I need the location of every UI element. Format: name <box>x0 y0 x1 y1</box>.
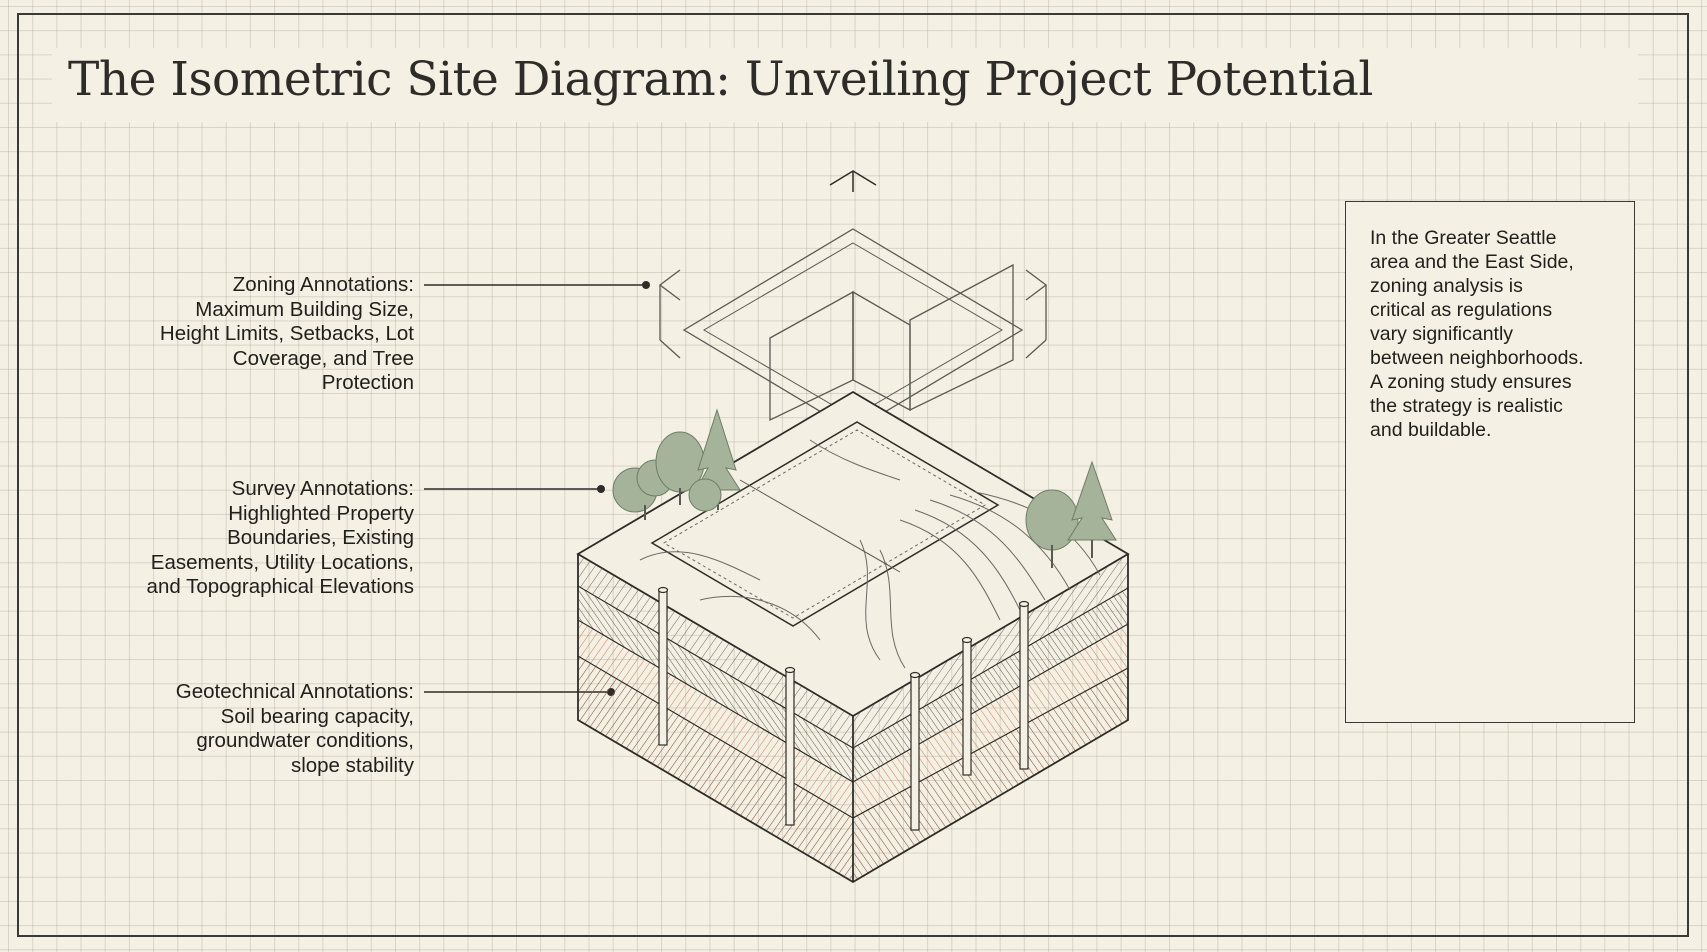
survey-annotation-line: and Topographical Elevations <box>146 575 414 599</box>
survey-annotation: Survey Annotations: Highlighted Property… <box>147 477 414 600</box>
geotechnical-annotation-line: Soil bearing capacity, <box>220 704 414 728</box>
info-box-line: vary significantly <box>1370 323 1514 345</box>
info-box-line: between neighborhoods. <box>1370 347 1584 369</box>
info-box-line: and buildable. <box>1370 419 1492 441</box>
survey-leader-line <box>424 485 605 493</box>
info-box-line: the strategy is realistic <box>1370 395 1563 417</box>
info-box-line: zoning analysis is <box>1370 275 1523 297</box>
geotechnical-annotation-heading: Geotechnical Annotations: <box>175 680 414 703</box>
zoning-annotation: Zoning Annotations: Maximum Building Siz… <box>160 273 414 396</box>
north-arrow-icon <box>829 170 877 192</box>
zoning-annotation-line: Height Limits, Setbacks, Lot <box>159 322 414 346</box>
info-box: In the Greater Seattle area and the East… <box>1345 201 1635 723</box>
survey-annotation-line: Easements, Utility Locations, <box>150 550 414 574</box>
zoning-annotation-line: Protection <box>321 371 414 395</box>
zoning-annotation-line: Coverage, and Tree <box>232 346 414 370</box>
survey-annotation-line: Highlighted Property <box>228 501 414 525</box>
survey-annotation-line: Boundaries, Existing <box>227 526 414 550</box>
zoning-annotation-line: Maximum Building Size, <box>195 297 414 321</box>
info-box-line: area and the East Side, <box>1370 251 1574 273</box>
info-box-line: critical as regulations <box>1370 299 1553 321</box>
zoning-annotation-heading: Zoning Annotations: <box>232 273 414 296</box>
info-box-line: A zoning study ensures <box>1370 371 1572 393</box>
zoning-leader-line <box>424 281 650 289</box>
survey-annotation-heading: Survey Annotations: <box>231 477 414 500</box>
info-box-line: In the Greater Seattle <box>1370 227 1557 249</box>
diagram-page: The Isometric Site Diagram: Unveiling Pr… <box>0 0 1707 952</box>
geotechnical-annotation: Geotechnical Annotations: Soil bearing c… <box>176 680 414 778</box>
geotechnical-annotation-line: groundwater conditions, <box>196 729 414 753</box>
geotechnical-annotation-line: slope stability <box>290 753 414 777</box>
